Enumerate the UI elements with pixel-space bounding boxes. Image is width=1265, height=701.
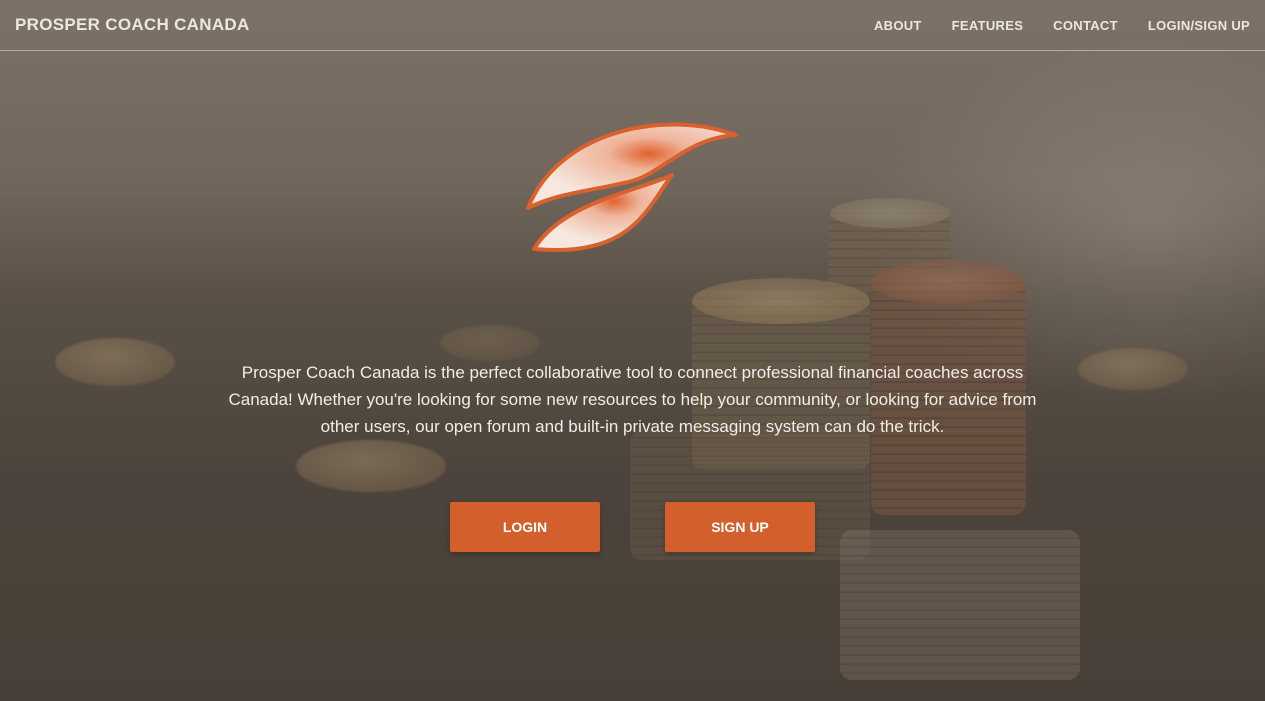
nav-features-link[interactable]: FEATURES [952, 18, 1024, 33]
hero-tagline: Prosper Coach Canada is the perfect coll… [228, 363, 1037, 436]
brand-link[interactable]: PROSPER COACH CANADA [15, 15, 250, 35]
nav-login-signup-link[interactable]: LOGIN/SIGN UP [1148, 18, 1250, 33]
nav-links: ABOUT FEATURES CONTACT LOGIN/SIGN UP [844, 18, 1250, 33]
hero-overlay [0, 0, 1265, 701]
nav-about-link[interactable]: ABOUT [874, 18, 922, 33]
leaf-icon [522, 113, 740, 270]
nav-contact-link[interactable]: CONTACT [1053, 18, 1118, 33]
top-navbar: PROSPER COACH CANADA ABOUT FEATURES CONT… [0, 0, 1265, 51]
login-button[interactable]: LOGIN [450, 502, 600, 552]
signup-button[interactable]: SIGN UP [665, 502, 815, 552]
